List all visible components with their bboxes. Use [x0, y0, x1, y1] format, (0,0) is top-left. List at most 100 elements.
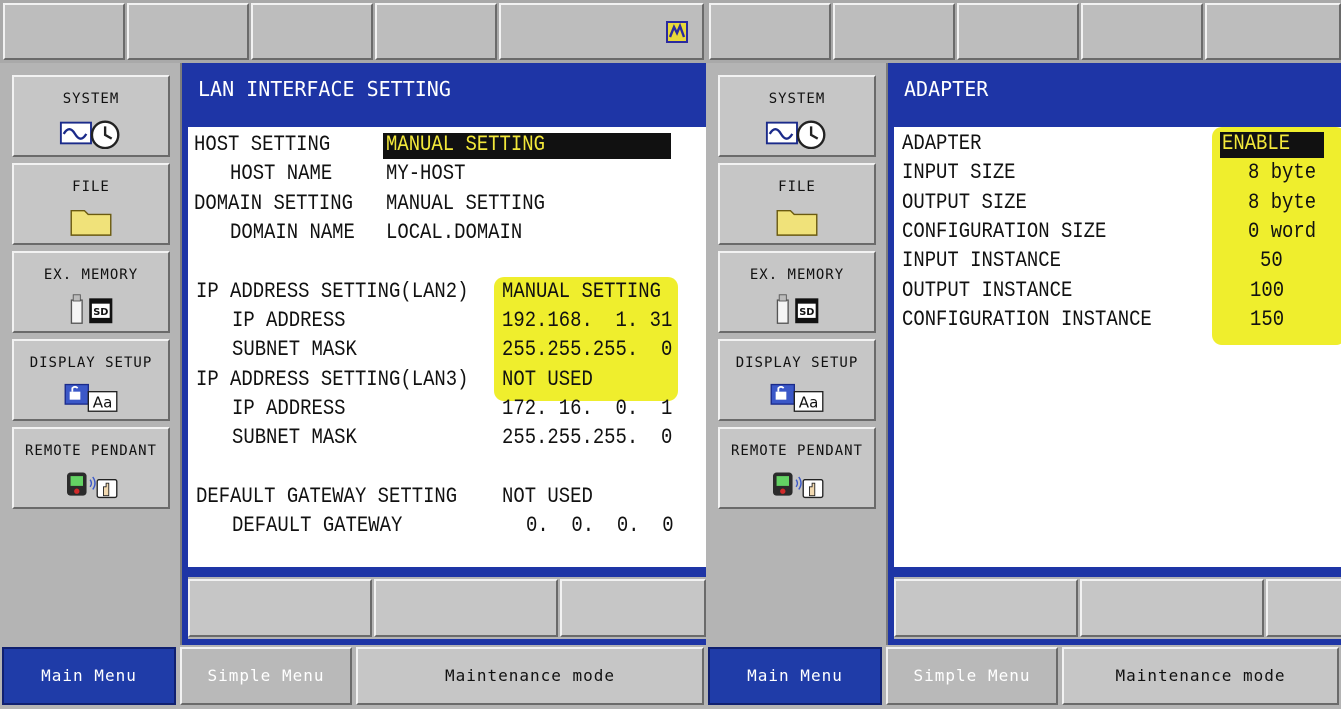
function-key-1[interactable]	[894, 579, 1078, 637]
adapter-content: ADAPTER ENABLE INPUT SIZE 8 byte OUTPUT …	[894, 127, 1341, 567]
folder-icon	[776, 209, 818, 236]
domain-setting-label: DOMAIN SETTING	[194, 191, 353, 216]
ip-lan2-address-label: IP ADDRESS	[232, 308, 346, 333]
top-toolbar	[0, 0, 706, 63]
menu-ex-memory-label: EX. MEMORY	[43, 267, 139, 283]
output-instance-value[interactable]: 100	[1250, 278, 1284, 303]
main-screen-area: LAN INTERFACE SETTING HOST SETTING MANUA…	[182, 63, 706, 645]
toolbar-button-status[interactable]	[1205, 3, 1341, 60]
menu-system-label: SYSTEM	[768, 91, 826, 107]
menu-file-label: FILE	[72, 179, 110, 195]
function-key-1[interactable]	[188, 579, 372, 637]
maintenance-mode-status: Maintenance mode	[1062, 647, 1339, 705]
output-size-label: OUTPUT SIZE	[902, 190, 1027, 215]
toolbar-button-2[interactable]	[127, 3, 249, 60]
ip-lan2-mask-label: SUBNET MASK	[232, 337, 357, 362]
gateway-value[interactable]: 0. 0. 0. 0	[526, 513, 674, 538]
menu-system-label: SYSTEM	[62, 91, 120, 107]
gateway-setting-label: DEFAULT GATEWAY SETTING	[196, 484, 458, 509]
ip-lan2-mask-value[interactable]: 255.255.255. 0	[502, 337, 672, 362]
menu-remote-pendant-label: REMOTE PENDANT	[24, 443, 157, 459]
page-title: LAN INTERFACE SETTING	[188, 69, 706, 129]
output-instance-label: OUTPUT INSTANCE	[902, 278, 1073, 303]
simple-menu-button[interactable]: Simple Menu	[886, 647, 1058, 705]
domain-setting-value[interactable]: MANUAL SETTING	[386, 191, 545, 216]
top-toolbar	[706, 0, 1341, 63]
menu-system-button[interactable]: SYSTEM	[12, 75, 170, 157]
main-menu-button[interactable]: Main Menu	[708, 647, 882, 705]
robot-status-icon	[666, 21, 688, 43]
menu-display-setup-button[interactable]: DISPLAY SETUP Aa	[718, 339, 876, 421]
menu-file-label: FILE	[778, 179, 816, 195]
ip-lan3-setting-label: IP ADDRESS SETTING(LAN3)	[196, 367, 469, 392]
main-screen-area: ADAPTER ADAPTER ENABLE INPUT SIZE 8 byte…	[888, 63, 1341, 645]
input-size-value[interactable]: 8 byte	[1248, 160, 1316, 185]
host-name-label: HOST NAME	[230, 161, 333, 186]
function-key-bar	[894, 577, 1341, 639]
toolbar-button-3[interactable]	[251, 3, 373, 60]
input-size-label: INPUT SIZE	[902, 160, 1016, 185]
gateway-setting-value[interactable]: NOT USED	[502, 484, 593, 509]
lock-font-icon: Aa	[64, 383, 118, 412]
toolbar-button-1[interactable]	[3, 3, 125, 60]
menu-remote-pendant-label: REMOTE PENDANT	[730, 443, 863, 459]
toolbar-button-4[interactable]	[375, 3, 497, 60]
maintenance-mode-status: Maintenance mode	[356, 647, 704, 705]
waveform-clock-icon	[59, 120, 120, 149]
lan-setting-content: HOST SETTING MANUAL SETTING HOST NAME MY…	[188, 127, 706, 567]
menu-remote-pendant-button[interactable]: REMOTE PENDANT	[12, 427, 170, 509]
ip-lan3-setting-value[interactable]: NOT USED	[502, 367, 593, 392]
ip-lan2-setting-label: IP ADDRESS SETTING(LAN2)	[196, 279, 469, 304]
ip-lan2-setting-value[interactable]: MANUAL SETTING	[502, 279, 661, 304]
menu-ex-memory-button[interactable]: EX. MEMORY SD	[718, 251, 876, 333]
ip-lan3-mask-label: SUBNET MASK	[232, 425, 357, 450]
main-menu-column: SYSTEM FILE EX. MEMORY SD DISPLAY SETUP …	[0, 63, 182, 645]
menu-display-setup-button[interactable]: DISPLAY SETUP Aa	[12, 339, 170, 421]
host-setting-label: HOST SETTING	[194, 132, 331, 157]
function-key-3[interactable]	[1266, 579, 1341, 637]
toolbar-button-status[interactable]	[499, 3, 704, 60]
function-key-2[interactable]	[1080, 579, 1264, 637]
bottom-status-bar: Main Menu Simple Menu Maintenance mode	[0, 645, 706, 709]
main-menu-button[interactable]: Main Menu	[2, 647, 176, 705]
pendant-tablet-icon	[67, 472, 118, 499]
ip-lan3-address-value[interactable]: 172. 16. 0. 1	[502, 396, 672, 421]
configuration-size-value[interactable]: 0 word	[1248, 219, 1316, 244]
menu-system-button[interactable]: SYSTEM	[718, 75, 876, 157]
input-instance-label: INPUT INSTANCE	[902, 248, 1061, 273]
main-menu-column: SYSTEM FILE EX. MEMORY SD DISPLAY SETUP …	[706, 63, 888, 645]
lock-font-icon: Aa	[770, 383, 824, 412]
toolbar-button-3[interactable]	[957, 3, 1079, 60]
folder-icon	[70, 209, 112, 236]
host-setting-value[interactable]: MANUAL SETTING	[386, 132, 545, 157]
page-title: ADAPTER	[894, 69, 1341, 129]
input-instance-value[interactable]: 50	[1260, 248, 1283, 273]
function-key-bar	[188, 577, 706, 639]
function-key-2[interactable]	[374, 579, 558, 637]
simple-menu-button[interactable]: Simple Menu	[180, 647, 352, 705]
toolbar-button-1[interactable]	[709, 3, 831, 60]
domain-name-value[interactable]: LOCAL.DOMAIN	[386, 220, 522, 245]
ip-lan3-mask-value[interactable]: 255.255.255. 0	[502, 425, 672, 450]
adapter-label: ADAPTER	[902, 131, 982, 156]
menu-display-setup-label: DISPLAY SETUP	[735, 355, 859, 371]
waveform-clock-icon	[765, 120, 826, 149]
bottom-status-bar: Main Menu Simple Menu Maintenance mode	[706, 645, 1341, 709]
toolbar-button-2[interactable]	[833, 3, 955, 60]
domain-name-label: DOMAIN NAME	[230, 220, 355, 245]
usb-sd-card-icon: SD	[70, 294, 113, 324]
adapter-value[interactable]: ENABLE	[1222, 131, 1290, 156]
ip-lan2-address-value[interactable]: 192.168. 1. 31	[502, 308, 672, 333]
menu-file-button[interactable]: FILE	[12, 163, 170, 245]
function-key-3[interactable]	[560, 579, 706, 637]
left-pendant-screen: SYSTEM FILE EX. MEMORY SD DISPLAY SETUP …	[0, 0, 706, 709]
configuration-instance-value[interactable]: 150	[1250, 307, 1284, 332]
host-name-value[interactable]: MY-HOST	[386, 161, 465, 186]
menu-ex-memory-label: EX. MEMORY	[749, 267, 845, 283]
toolbar-button-4[interactable]	[1081, 3, 1203, 60]
output-size-value[interactable]: 8 byte	[1248, 190, 1316, 215]
menu-remote-pendant-button[interactable]: REMOTE PENDANT	[718, 427, 876, 509]
menu-ex-memory-button[interactable]: EX. MEMORY SD	[12, 251, 170, 333]
pendant-tablet-icon	[773, 472, 824, 499]
menu-file-button[interactable]: FILE	[718, 163, 876, 245]
